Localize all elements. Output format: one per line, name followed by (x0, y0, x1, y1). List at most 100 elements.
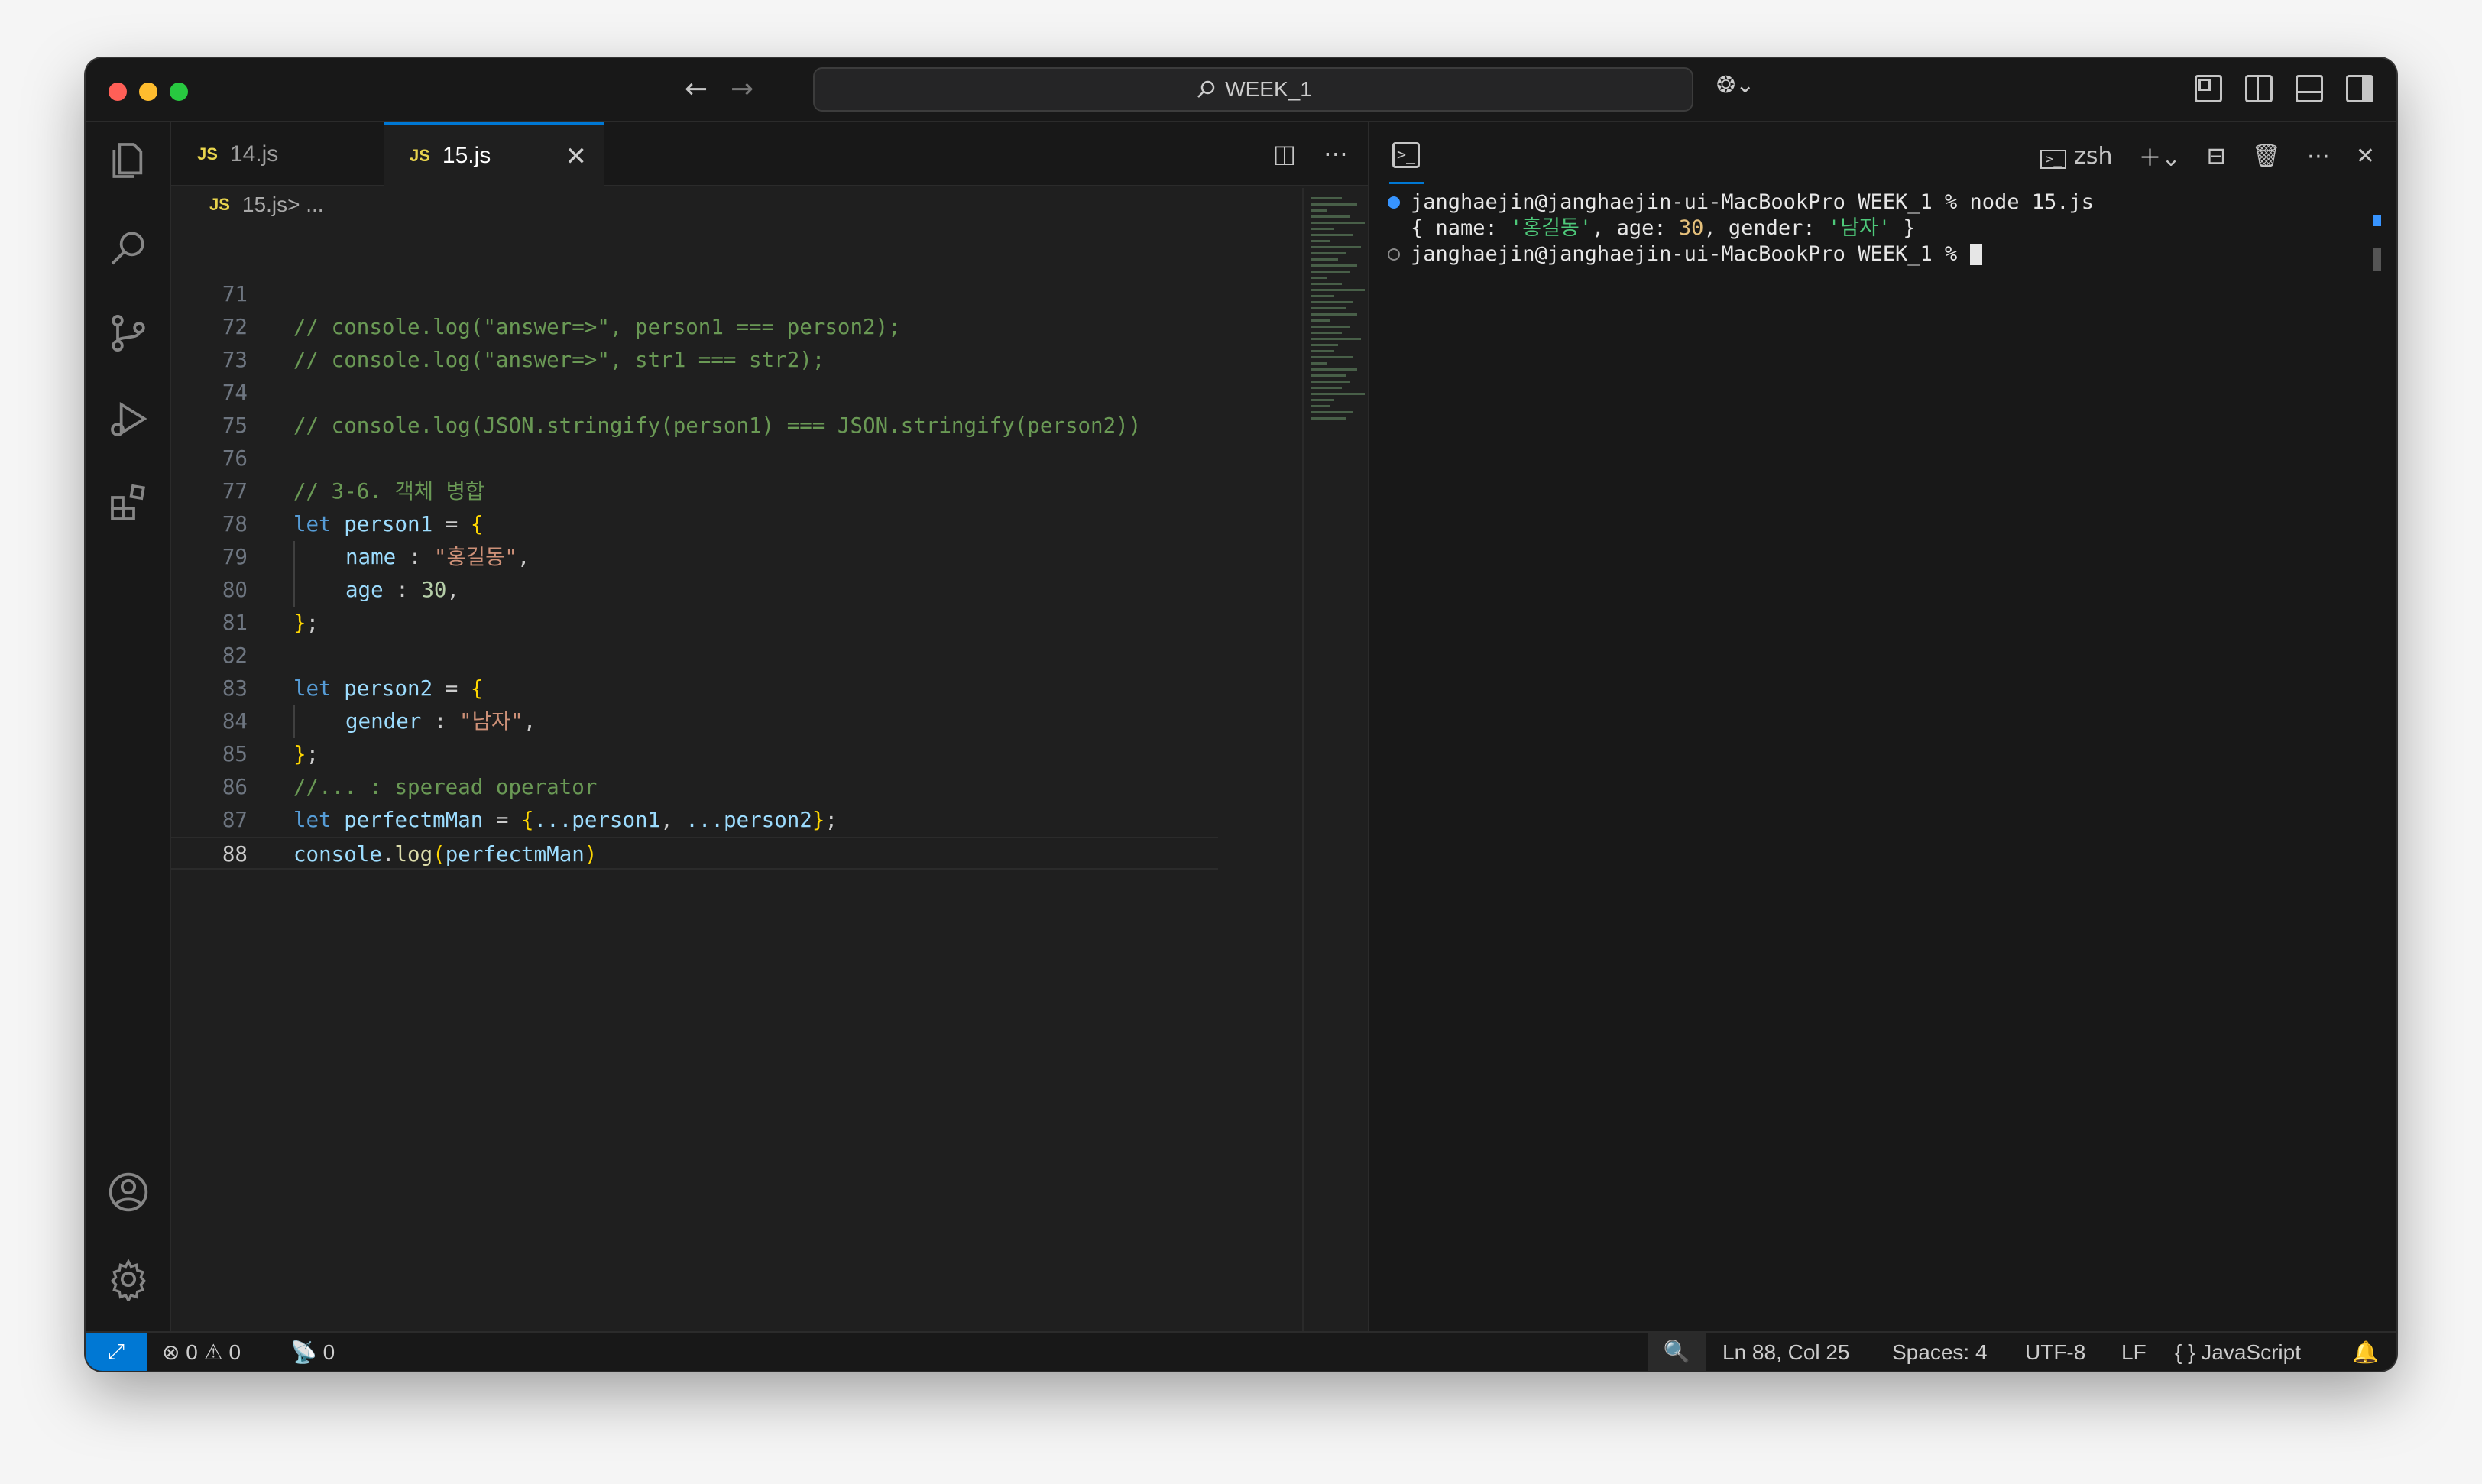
minimap-divider (1302, 188, 1304, 1331)
code-string: "남자" (459, 709, 523, 734)
editor-group: JS 14.js JS 15.js ✕ ◫ ⋯ JS 15.js > ... 7… (171, 122, 1453, 1331)
zoom-icon[interactable]: 🔍 (1648, 1333, 1706, 1371)
trash-icon[interactable]: 🗑 (2252, 143, 2281, 170)
js-file-icon: JS (410, 145, 430, 165)
code-comment: // console.log("answer=>", str1 === str2… (293, 348, 825, 372)
minimap-line (1311, 411, 1353, 413)
terminal-header: >_ >_ zsh ＋⌄ ⊟ 🗑 ⋯ ✕ (1369, 122, 2396, 186)
problems-indicator[interactable]: ⊗ 0 ⚠ 0 (162, 1333, 241, 1371)
code-keyword: let (293, 512, 332, 536)
close-tab-icon[interactable]: ✕ (565, 141, 588, 172)
forward-arrow-icon[interactable]: → (731, 73, 753, 105)
language-label: JavaScript (2201, 1340, 2301, 1364)
vscode-window: ← → WEEK_1 ❂⌄ JS 14.js JS 15.js ✕ ◫ ⋯ JS… (86, 58, 2396, 1371)
line-number: 73 (222, 348, 248, 372)
search-icon[interactable] (107, 226, 150, 269)
close-panel-icon[interactable]: ✕ (2356, 143, 2375, 170)
command-success-dot[interactable] (1388, 196, 1400, 209)
code-line: 71 (171, 278, 1218, 311)
minimap[interactable] (1307, 186, 1368, 1331)
indentation[interactable]: Spaces: 4 (1892, 1333, 1988, 1371)
new-terminal-icon[interactable]: ＋⌄ (2138, 139, 2180, 173)
line-ending[interactable]: LF (2121, 1333, 2147, 1371)
minimap-line (1311, 344, 1338, 346)
code-line: 77 // 3-6. 객체 병합 (171, 475, 1218, 508)
code-brace: { (470, 676, 484, 701)
minimap-line (1311, 362, 1327, 365)
warning-count: 0 (228, 1340, 241, 1364)
code-paren: ) (584, 842, 598, 867)
line-number: 88 (222, 842, 248, 867)
code-operator: : (421, 709, 460, 734)
error-count: 0 (186, 1340, 198, 1364)
line-number: 86 (222, 775, 248, 799)
code-punct: , (660, 808, 686, 832)
ports-indicator[interactable]: 📡 0 (290, 1333, 335, 1371)
customize-layout-icon[interactable] (2195, 75, 2222, 102)
code-identifier: person2 (344, 676, 433, 701)
line-number: 78 (222, 512, 248, 536)
accounts-icon[interactable] (107, 1171, 150, 1213)
maximize-window-button[interactable] (170, 83, 188, 101)
copilot-icon[interactable]: ❂⌄ (1716, 72, 1755, 99)
minimize-window-button[interactable] (139, 83, 157, 101)
minimap-line (1311, 356, 1353, 358)
breadcrumb[interactable]: JS 15.js > ... (209, 193, 324, 217)
shell-name: zsh (2074, 142, 2113, 170)
code-line: 86 //... : speread operator (171, 771, 1218, 804)
run-debug-icon[interactable] (107, 397, 150, 440)
minimap-line (1311, 313, 1357, 316)
more-actions-icon[interactable]: ⋯ (2307, 143, 2330, 170)
minimap-line (1311, 332, 1342, 334)
settings-gear-icon[interactable] (107, 1258, 150, 1301)
tab-15-js[interactable]: JS 15.js ✕ (384, 122, 604, 186)
code-line: 83 let person2 = { (171, 672, 1218, 705)
toggle-secondary-sidebar-icon[interactable] (2346, 75, 2373, 102)
split-editor-icon[interactable]: ◫ (1273, 139, 1296, 168)
line-number: 80 (222, 578, 248, 602)
code-comment: // console.log(JSON.stringify(person1) =… (293, 413, 1142, 438)
minimap-line (1311, 264, 1357, 267)
language-icon: { } (2175, 1340, 2195, 1364)
output-text: , gender: (1703, 216, 1828, 240)
breadcrumb-file[interactable]: 15.js (242, 193, 287, 217)
terminal-shell[interactable]: >_ zsh (2040, 143, 2112, 170)
minimap-line (1311, 405, 1330, 407)
line-number: 75 (222, 413, 248, 438)
terminal-output[interactable]: janghaejin@janghaejin-ui-MacBookPro WEEK… (1388, 190, 2094, 267)
terminal-scrollbar[interactable] (2373, 248, 2381, 271)
breadcrumb-rest[interactable]: > ... (287, 193, 323, 217)
code-editor[interactable]: 71 72 // console.log("answer=>", person1 … (171, 278, 1218, 870)
minimap-line (1311, 387, 1342, 389)
line-number: 79 (222, 545, 248, 569)
close-window-button[interactable] (109, 83, 127, 101)
encoding[interactable]: UTF-8 (2025, 1333, 2085, 1371)
extensions-icon[interactable] (107, 481, 150, 524)
cursor-position[interactable]: Ln 88, Col 25 (1722, 1333, 1850, 1371)
terminal-icon[interactable]: >_ (1392, 142, 1420, 168)
tab-14-js[interactable]: JS 14.js (171, 122, 384, 186)
code-punct: , (523, 709, 536, 734)
command-center-search[interactable]: WEEK_1 (813, 67, 1693, 112)
split-terminal-icon[interactable]: ⊟ (2207, 143, 2226, 170)
notifications-bell-icon[interactable]: 🔔 (2352, 1333, 2379, 1371)
source-control-icon[interactable] (107, 312, 150, 355)
layout-controls (2195, 75, 2373, 102)
line-number: 84 (222, 709, 248, 734)
toggle-primary-sidebar-icon[interactable] (2245, 75, 2273, 102)
back-arrow-icon[interactable]: ← (685, 73, 708, 105)
code-string: "홍길동" (433, 545, 517, 569)
code-punct: . (381, 842, 395, 867)
code-brace: } (812, 808, 825, 832)
minimap-line (1311, 246, 1361, 248)
language-mode[interactable]: { } JavaScript (2175, 1333, 2301, 1371)
minimap-line (1311, 283, 1342, 285)
more-actions-icon[interactable]: ⋯ (1324, 139, 1348, 168)
code-line-current: 88 console.log(perfectmMan) (171, 837, 1218, 870)
code-line: 74 (171, 377, 1218, 410)
remote-indicator-icon[interactable]: ⤢ (86, 1333, 147, 1371)
explorer-icon[interactable] (107, 139, 150, 182)
toggle-panel-icon[interactable] (2296, 75, 2323, 102)
minimap-line (1311, 381, 1350, 383)
output-text: } (1891, 216, 1916, 240)
